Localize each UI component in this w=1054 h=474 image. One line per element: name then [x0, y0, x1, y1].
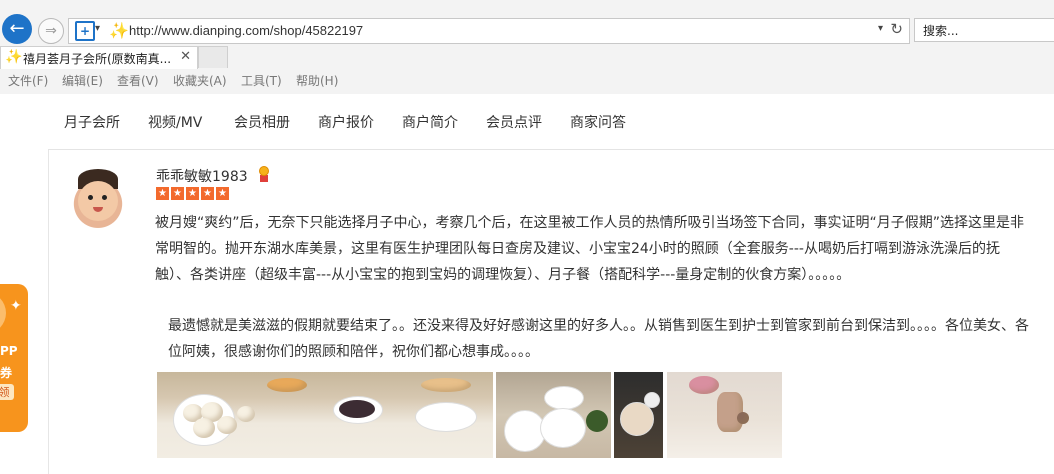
star-icon: ★	[156, 187, 169, 200]
tab-title: 禧月荟月子会所(原数南真...	[23, 52, 172, 66]
menu-edit[interactable]: 编辑(E)	[62, 72, 103, 89]
star-icon: ★	[186, 187, 199, 200]
search-input[interactable]: 搜索...	[914, 18, 1054, 42]
rating-stars: ★ ★ ★ ★ ★	[156, 187, 231, 206]
address-row: ← ⇒ + ▾ ✨ http://www.dianping.com/shop/4…	[0, 12, 1054, 48]
review-photo-2[interactable]	[496, 372, 611, 458]
site-favicon-icon: ✨	[109, 21, 129, 40]
reviewer-name[interactable]: 乖乖敏敏1983	[156, 166, 248, 186]
url-dropdown-icon[interactable]: ▾	[878, 23, 883, 34]
browser-tab[interactable]: ✨ 禧月荟月子会所(原数南真... ✕	[0, 46, 198, 69]
back-arrow-icon[interactable]: ←	[2, 14, 32, 44]
star-icon: ★	[201, 187, 214, 200]
app-promo-badge[interactable]: ✦ PP 券 领	[0, 284, 28, 432]
promo-text-1: PP	[0, 344, 18, 358]
shop-nav: 月子会所 视频/MV 会员相册 商户报价 商户简介 会员点评 商家问答	[48, 94, 1054, 150]
menu-favorites[interactable]: 收藏夹(A)	[173, 72, 227, 89]
nav-qa[interactable]: 商家问答	[570, 112, 626, 132]
nav-video[interactable]: 视频/MV	[148, 112, 202, 132]
shield-icon[interactable]: +	[75, 21, 95, 41]
review-photo-3[interactable]	[614, 372, 663, 458]
review-photo-4[interactable]	[667, 372, 782, 458]
medal-icon	[257, 166, 271, 182]
review-paragraph-1: 被月嫂“爽约”后，无奈下只能选择月子中心，考察几个后，在这里被工作人员的热情所吸…	[155, 215, 1025, 283]
menu-view[interactable]: 查看(V)	[117, 72, 159, 89]
mascot-icon	[0, 292, 6, 334]
tab-favicon-icon: ✨	[5, 49, 23, 65]
nav-intro[interactable]: 商户简介	[402, 112, 458, 132]
menu-tools[interactable]: 工具(T)	[241, 72, 282, 89]
chevron-down-icon[interactable]: ▾	[95, 23, 100, 34]
nav-price[interactable]: 商户报价	[318, 112, 374, 132]
close-icon[interactable]: ✕	[180, 49, 191, 64]
star-icon: ★	[216, 187, 229, 200]
address-bar[interactable]: + ▾ ✨ http://www.dianping.com/shop/45822…	[68, 18, 910, 44]
refresh-icon[interactable]: ↻	[890, 20, 903, 38]
menu-bar: 文件(F) 编辑(E) 查看(V) 收藏夹(A) 工具(T) 帮助(H)	[0, 70, 1054, 90]
promo-text-2: 券	[0, 366, 13, 380]
sparkle-icon: ✦	[10, 298, 22, 314]
nav-member-album[interactable]: 会员相册	[234, 112, 290, 132]
tab-bar: ✨ 禧月荟月子会所(原数南真... ✕	[0, 46, 1054, 69]
menu-file[interactable]: 文件(F)	[8, 72, 48, 89]
url-text[interactable]: http://www.dianping.com/shop/45822197	[129, 23, 363, 38]
forward-arrow-icon[interactable]: ⇒	[38, 18, 64, 44]
nav-confinement-center[interactable]: 月子会所	[64, 112, 120, 132]
review-paragraph-2: 最遗憾就是美滋滋的假期就要结束了。。还没来得及好好感谢这里的好多人。。从销售到医…	[168, 318, 1029, 360]
review-photo-1[interactable]	[157, 372, 493, 458]
new-tab-button[interactable]	[198, 46, 228, 68]
promo-text-3: 领	[0, 384, 14, 400]
star-icon: ★	[171, 187, 184, 200]
nav-reviews[interactable]: 会员点评	[486, 112, 542, 132]
left-sidebar: ✦ PP 券 领	[0, 94, 49, 474]
avatar[interactable]	[64, 163, 132, 231]
menu-help[interactable]: 帮助(H)	[296, 72, 338, 89]
browser-chrome: ← ⇒ + ▾ ✨ http://www.dianping.com/shop/4…	[0, 0, 1054, 94]
